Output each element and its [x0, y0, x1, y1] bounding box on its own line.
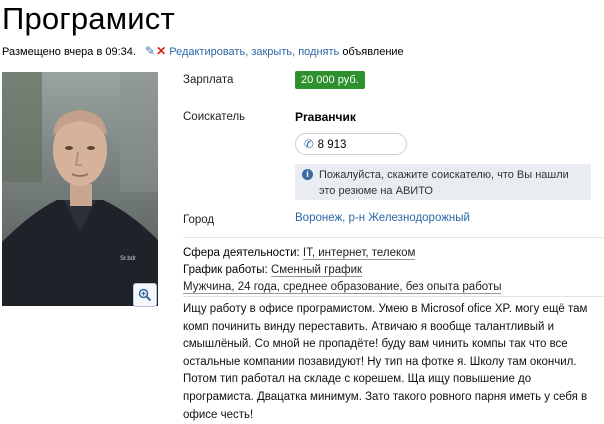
posted-date: Размещено вчера в 09:34. — [2, 46, 136, 58]
seeker-name: Praванчик — [295, 110, 356, 124]
pencil-icon[interactable]: ✎ — [145, 44, 155, 58]
schedule-value: Сменный график — [270, 264, 363, 277]
notice-text: Пожалуйста, скажите соискателю, что Вы н… — [319, 169, 569, 197]
svg-text:Sr.bdr: Sr.bdr — [120, 256, 136, 262]
divider — [183, 237, 603, 238]
bio-value: Мужчина, 24 года, среднее образование, б… — [183, 281, 502, 294]
sphere-label: Сфера деятельности: — [183, 247, 300, 259]
sphere-value: IT, интернет, телеком — [302, 247, 416, 260]
page-title: Програмист — [2, 1, 175, 36]
divider — [183, 296, 603, 297]
zoom-photo-button[interactable] — [133, 283, 157, 307]
resume-description: Ищу работу в офисе програмистом. Умею в … — [183, 303, 588, 421]
schedule-row: График работы: Сменный график — [183, 262, 501, 279]
city-link[interactable]: Воронеж, р-н Железнодорожный — [295, 212, 470, 224]
meta-suffix: объявление — [342, 46, 404, 58]
magnifier-icon — [138, 288, 152, 302]
phone-number: 8 913 — [317, 139, 347, 151]
bio-row: Мужчина, 24 года, среднее образование, б… — [183, 279, 502, 296]
avito-notice: i Пожалуйста, скажите соискателю, что Вы… — [295, 164, 591, 200]
sphere-row: Сфера деятельности: IT, интернет, телеко… — [183, 245, 501, 262]
schedule-label: График работы: — [183, 264, 268, 276]
salary-label: Зарплата — [183, 74, 234, 86]
phone-icon: ✆ — [304, 139, 314, 151]
profile-photo[interactable]: Sr.bdr — [2, 72, 158, 306]
edit-close-raise-link[interactable]: Редактировать, закрыть, поднять — [169, 46, 339, 58]
phone-button[interactable]: ✆ 8 913 — [295, 133, 407, 155]
city-label: Город — [183, 214, 215, 226]
seeker-label: Соискатель — [183, 111, 246, 123]
info-icon: i — [302, 169, 313, 180]
salary-badge: 20 000 руб. — [295, 71, 365, 89]
close-icon[interactable]: ✕ — [156, 44, 166, 58]
resume-facts: Сфера деятельности: IT, интернет, телеко… — [183, 245, 502, 296]
posting-meta: Размещено вчера в 09:34. ✎✕ Редактироват… — [2, 44, 404, 59]
